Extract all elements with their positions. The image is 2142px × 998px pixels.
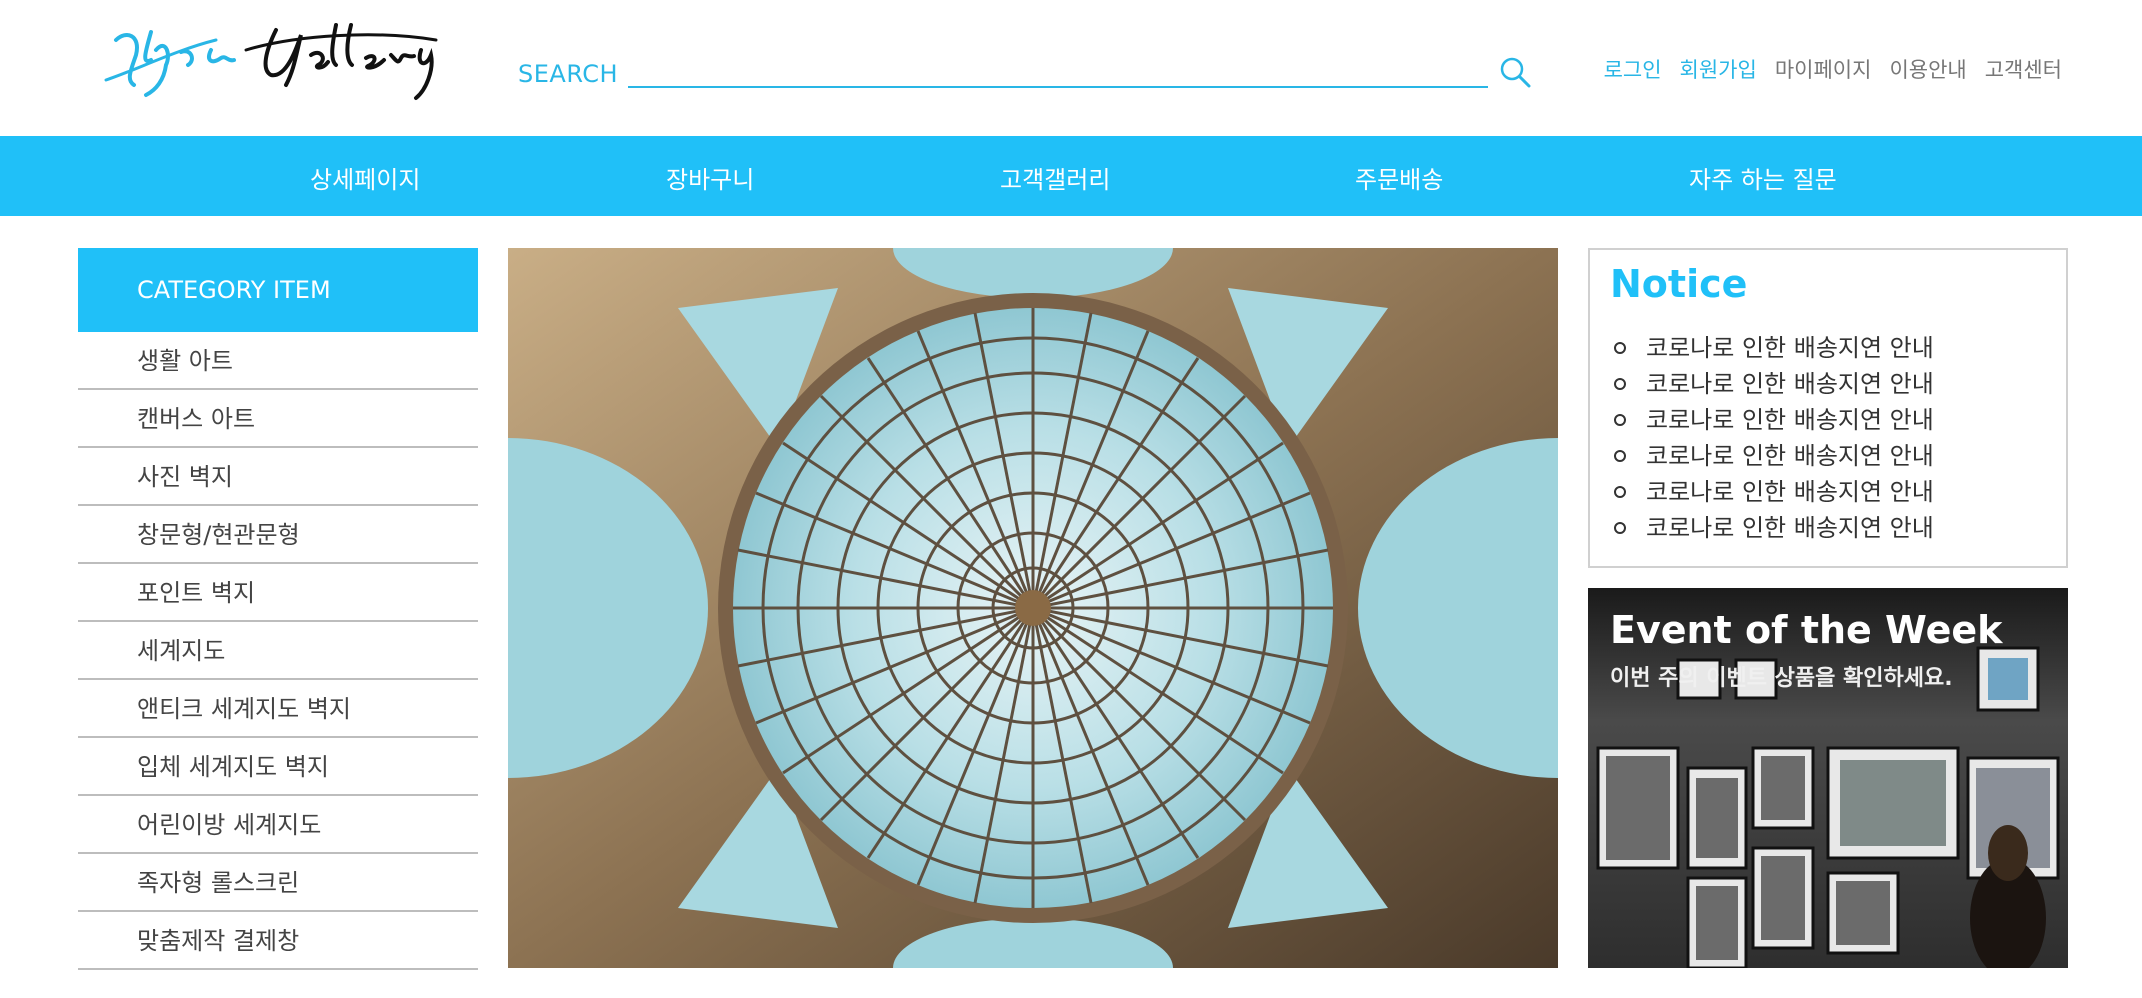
nav-item-faq[interactable]: 자주 하는 질문: [1689, 160, 1837, 195]
notice-item[interactable]: 코로나로 인한 배송지연 안내: [1614, 510, 1934, 546]
event-banner[interactable]: Event of the Week 이번 주의 이벤트 상품을 확인하세요.: [1588, 588, 2068, 968]
notice-item[interactable]: 코로나로 인한 배송지연 안내: [1614, 474, 1934, 510]
main-nav: 상세페이지 장바구니 고객갤러리 주문배송 자주 하는 질문: [0, 136, 2142, 216]
category-item[interactable]: 앤티크 세계지도 벽지: [78, 680, 478, 738]
bullet-icon: [1614, 486, 1626, 498]
category-item[interactable]: 캔버스 아트: [78, 390, 478, 448]
event-title: Event of the Week: [1610, 608, 2003, 652]
notice-item[interactable]: 코로나로 인한 배송지연 안내: [1614, 438, 1934, 474]
notice-list: 코로나로 인한 배송지연 안내 코로나로 인한 배송지연 안내 코로나로 인한 …: [1614, 330, 1934, 546]
utility-nav: 로그인 회원가입 마이페이지 이용안내 고객센터: [1604, 54, 2062, 84]
mypage-link[interactable]: 마이페이지: [1775, 54, 1872, 84]
login-link[interactable]: 로그인: [1604, 54, 1662, 84]
category-item[interactable]: 포인트 벽지: [78, 564, 478, 622]
category-sidebar: CATEGORY ITEM 생활 아트 캔버스 아트 사진 벽지 창문형/현관문…: [78, 248, 478, 970]
bullet-icon: [1614, 522, 1626, 534]
category-item[interactable]: 입체 세계지도 벽지: [78, 738, 478, 796]
search-icon[interactable]: [1498, 55, 1532, 89]
bullet-icon: [1614, 450, 1626, 462]
bullet-icon: [1614, 342, 1626, 354]
header: SEARCH 로그인 회원가입 마이페이지 이용안내 고객센터: [0, 0, 2142, 136]
category-item[interactable]: 맞춤제작 결제창: [78, 912, 478, 970]
nav-item-cart[interactable]: 장바구니: [666, 160, 754, 195]
customer-center-link[interactable]: 고객센터: [1985, 54, 2062, 84]
notice-title: Notice: [1610, 262, 1748, 306]
category-item[interactable]: 생활 아트: [78, 332, 478, 390]
nav-item-detail[interactable]: 상세페이지: [310, 160, 420, 195]
search-input[interactable]: [628, 52, 1488, 88]
category-item[interactable]: 창문형/현관문형: [78, 506, 478, 564]
category-item[interactable]: 족자형 롤스크린: [78, 854, 478, 912]
event-subtitle: 이번 주의 이벤트 상품을 확인하세요.: [1610, 666, 1953, 691]
logo-wordmark: [104, 23, 438, 100]
nav-item-gallery[interactable]: 고객갤러리: [1000, 160, 1110, 195]
signup-link[interactable]: 회원가입: [1680, 54, 1757, 84]
logo[interactable]: [96, 10, 466, 105]
nav-item-order[interactable]: 주문배송: [1355, 160, 1443, 195]
category-item[interactable]: 세계지도: [78, 622, 478, 680]
category-item[interactable]: 어린이방 세계지도: [78, 796, 478, 854]
category-heading: CATEGORY ITEM: [78, 248, 478, 332]
notice-item[interactable]: 코로나로 인한 배송지연 안내: [1614, 366, 1934, 402]
bullet-icon: [1614, 414, 1626, 426]
bullet-icon: [1614, 378, 1626, 390]
notice-panel: Notice 코로나로 인한 배송지연 안내 코로나로 인한 배송지연 안내 코…: [1588, 248, 2068, 568]
notice-item[interactable]: 코로나로 인한 배송지연 안내: [1614, 402, 1934, 438]
hero-banner-image[interactable]: [508, 248, 1558, 968]
glass-dome-illustration: [508, 248, 1558, 968]
search-label: SEARCH: [518, 60, 619, 88]
notice-item[interactable]: 코로나로 인한 배송지연 안내: [1614, 330, 1934, 366]
category-item[interactable]: 사진 벽지: [78, 448, 478, 506]
category-list: 생활 아트 캔버스 아트 사진 벽지 창문형/현관문형 포인트 벽지 세계지도 …: [78, 332, 478, 970]
guide-link[interactable]: 이용안내: [1889, 54, 1966, 84]
